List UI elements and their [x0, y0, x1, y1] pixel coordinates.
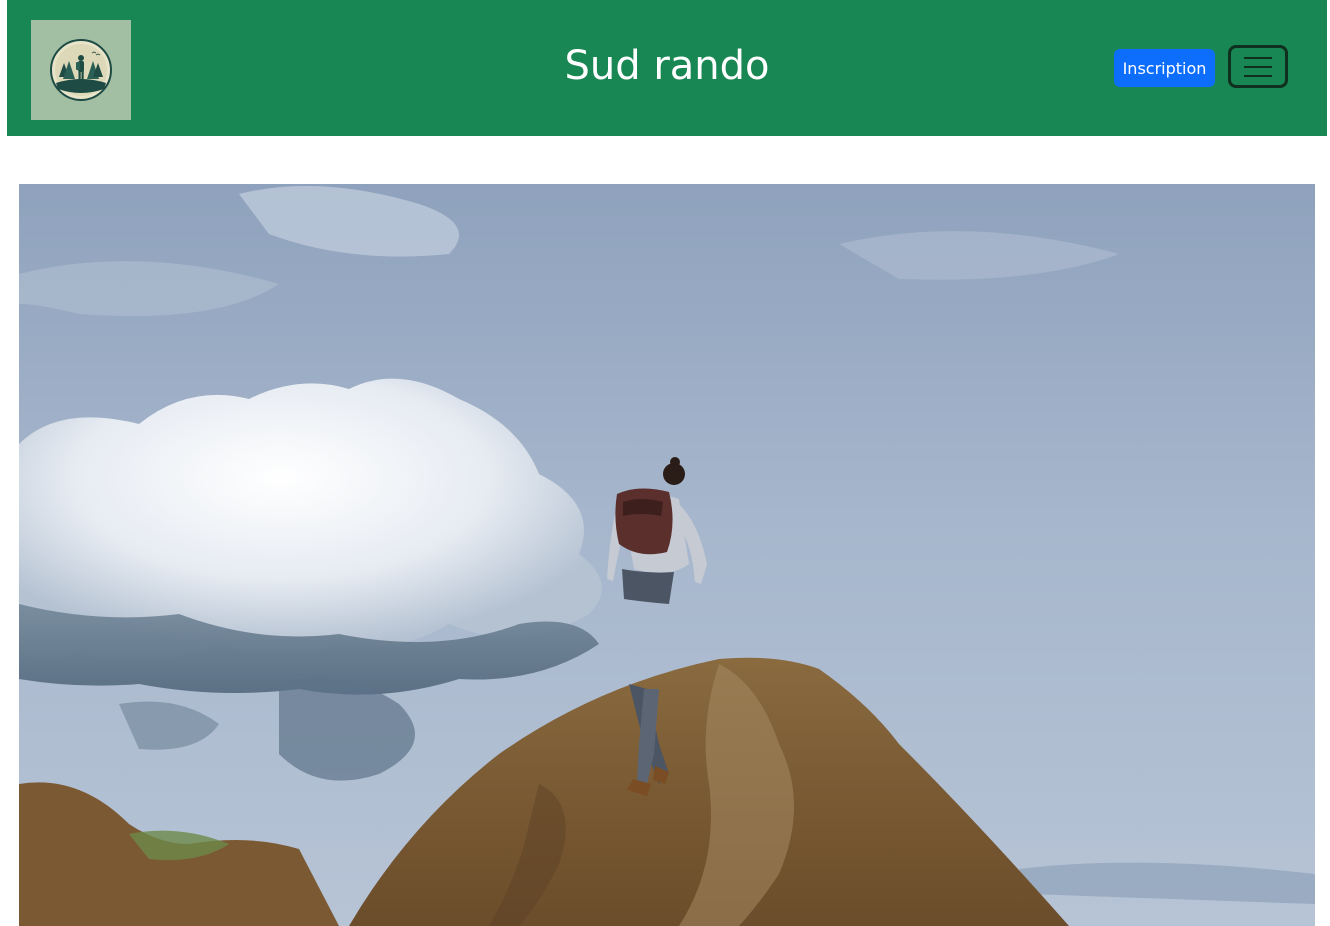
hiker-logo-icon	[50, 39, 112, 101]
brand-logo[interactable]	[31, 20, 131, 120]
hiker-on-rock-summit-illustration	[19, 184, 1315, 926]
hero-image	[19, 184, 1315, 926]
brand-title[interactable]: Sud rando	[564, 43, 769, 89]
menu-toggle-button[interactable]	[1228, 45, 1288, 88]
hamburger-menu-icon	[1244, 56, 1272, 77]
navbar: Sud rando Inscription	[7, 0, 1327, 136]
signup-button[interactable]: Inscription	[1114, 49, 1215, 87]
